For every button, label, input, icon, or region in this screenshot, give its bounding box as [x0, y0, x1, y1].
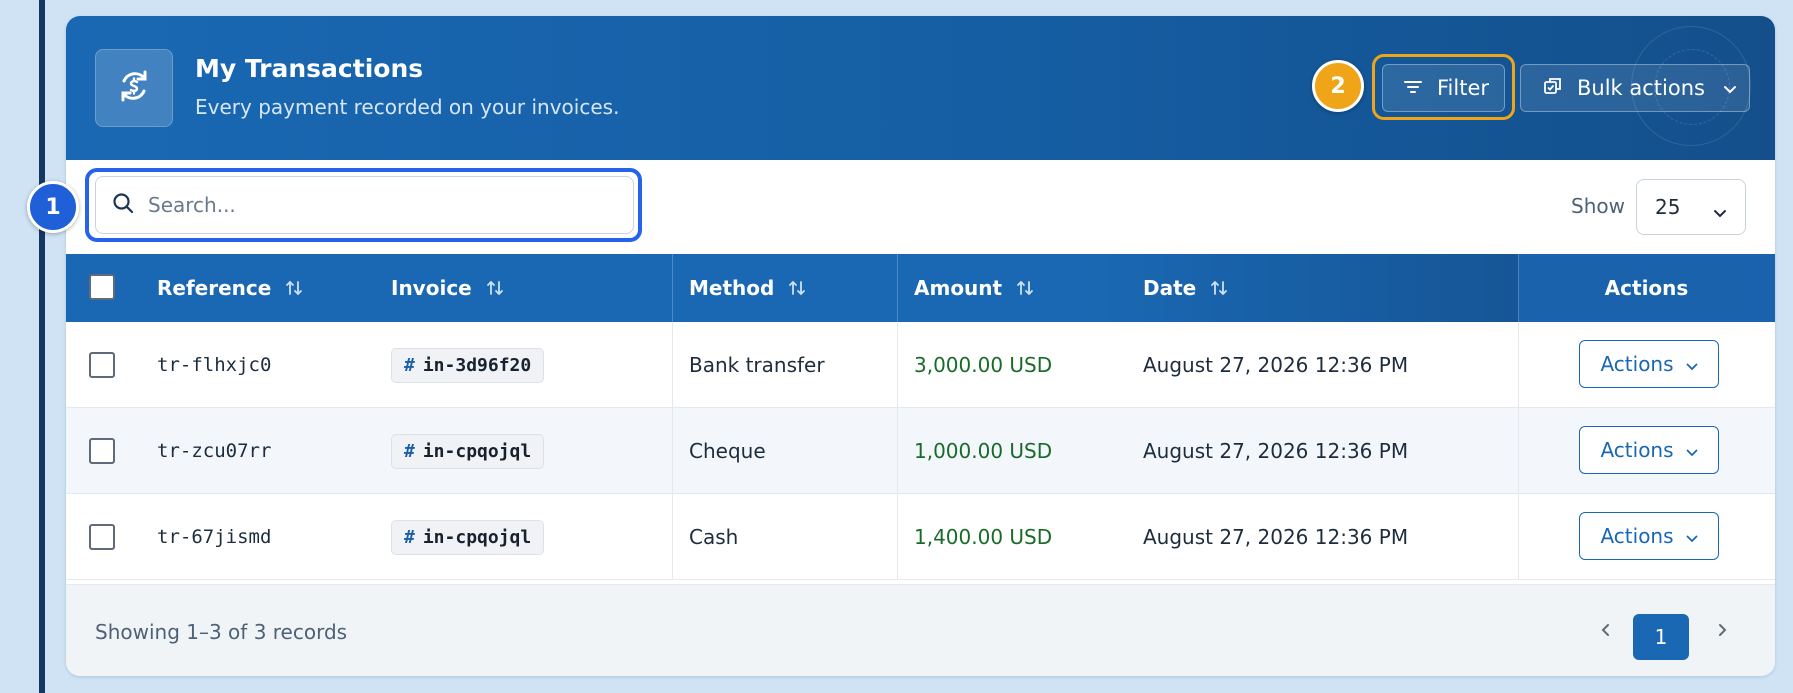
table-row: tr-67jismd # in-cpqojql Cash 1,400.00 USD…	[66, 494, 1775, 580]
filter-icon	[1403, 76, 1423, 100]
table-row: tr-flhxjc0 # in-3d96f20 Bank transfer 3,0…	[66, 322, 1775, 408]
row-checkbox[interactable]	[89, 524, 115, 550]
column-actions-label: Actions	[1604, 276, 1689, 300]
reference-cell: tr-zcu07rr	[157, 440, 272, 462]
search-input[interactable]	[148, 193, 608, 217]
chevron-down-icon	[1686, 524, 1698, 548]
column-amount[interactable]: Amount	[914, 254, 1034, 322]
header-icon-box	[95, 49, 173, 127]
amount-cell: 1,000.00 USD	[914, 439, 1053, 463]
reference-cell: tr-flhxjc0	[157, 354, 272, 376]
search-icon	[112, 192, 134, 218]
filter-button[interactable]: Filter	[1382, 64, 1505, 112]
sort-icon	[486, 279, 504, 297]
sort-icon	[285, 279, 303, 297]
page-size-value: 25	[1655, 195, 1681, 219]
column-method[interactable]: Method	[689, 254, 806, 322]
method-cell: Bank transfer	[689, 353, 825, 377]
amount-cell: 3,000.00 USD	[914, 353, 1053, 377]
column-divider	[1518, 322, 1519, 408]
column-divider	[1518, 494, 1519, 580]
invoice-id: in-3d96f20	[422, 354, 532, 376]
table-header: Reference Invoice Method Amount Date Act…	[66, 254, 1775, 322]
column-divider	[672, 494, 673, 580]
row-actions-label: Actions	[1600, 524, 1674, 548]
column-divider	[897, 254, 898, 322]
hash-icon: #	[404, 354, 415, 376]
invoice-badge[interactable]: # in-3d96f20	[391, 347, 545, 383]
column-divider	[672, 322, 673, 408]
chevron-left-icon[interactable]	[1598, 621, 1612, 643]
column-date[interactable]: Date	[1143, 254, 1228, 322]
invoice-cell: # in-cpqojql	[391, 408, 545, 494]
column-invoice-label: Invoice	[391, 276, 472, 300]
sort-icon	[1016, 279, 1034, 297]
column-method-label: Method	[689, 276, 775, 300]
method-cell: Cash	[689, 525, 739, 549]
chevron-down-icon	[1713, 200, 1727, 224]
hash-icon: #	[404, 440, 415, 462]
column-divider	[1518, 408, 1519, 494]
sort-icon	[788, 279, 806, 297]
bulk-actions-button[interactable]: Bulk actions	[1520, 64, 1750, 112]
amount-cell: 1,400.00 USD	[914, 525, 1053, 549]
page-size-select[interactable]: 25	[1636, 179, 1746, 235]
date-cell: August 27, 2026 12:36 PM	[1143, 525, 1409, 549]
column-reference[interactable]: Reference	[157, 254, 303, 322]
search-field[interactable]	[95, 176, 634, 234]
hash-icon: #	[404, 526, 415, 548]
date-cell: August 27, 2026 12:36 PM	[1143, 439, 1409, 463]
row-actions-button[interactable]: Actions	[1579, 512, 1719, 560]
page-title: My Transactions	[195, 54, 424, 83]
chevron-down-icon	[1686, 352, 1698, 376]
column-divider	[897, 322, 898, 408]
column-divider	[672, 254, 673, 322]
invoice-cell: # in-3d96f20	[391, 322, 545, 408]
chevron-right-icon[interactable]	[1716, 621, 1730, 643]
column-divider	[672, 408, 673, 494]
row-checkbox[interactable]	[89, 438, 115, 464]
records-summary: Showing 1–3 of 3 records	[95, 620, 348, 644]
row-checkbox[interactable]	[89, 352, 115, 378]
column-actions: Actions	[1518, 254, 1775, 322]
row-actions-button[interactable]: Actions	[1579, 426, 1719, 474]
column-amount-label: Amount	[914, 276, 1003, 300]
invoice-badge[interactable]: # in-cpqojql	[391, 433, 545, 469]
method-cell: Cheque	[689, 439, 766, 463]
callout-badge-1: 1	[27, 181, 79, 233]
page-subtitle: Every payment recorded on your invoices.	[195, 95, 620, 119]
copy-icon	[1543, 76, 1563, 101]
filter-button-label: Filter	[1437, 76, 1490, 100]
reference-cell: tr-67jismd	[157, 526, 272, 548]
column-divider	[897, 408, 898, 494]
column-reference-label: Reference	[157, 276, 272, 300]
page-button-current[interactable]: 1	[1633, 614, 1689, 660]
callout-badge-2: 2	[1312, 60, 1364, 112]
transactions-card: My Transactions Every payment recorded o…	[66, 16, 1775, 676]
invoice-cell: # in-cpqojql	[391, 494, 545, 580]
select-all-checkbox[interactable]	[89, 274, 115, 300]
table-footer: Showing 1–3 of 3 records 1	[66, 584, 1775, 676]
column-divider	[897, 494, 898, 580]
column-invoice[interactable]: Invoice	[391, 254, 504, 322]
chevron-down-icon	[1686, 438, 1698, 462]
row-actions-button[interactable]: Actions	[1579, 340, 1719, 388]
row-actions-label: Actions	[1600, 352, 1674, 376]
chevron-down-icon	[1723, 76, 1737, 100]
table-row: tr-zcu07rr # in-cpqojql Cheque 1,000.00 U…	[66, 408, 1775, 494]
show-label: Show	[1571, 194, 1625, 218]
bulk-actions-label: Bulk actions	[1577, 76, 1705, 100]
row-actions-label: Actions	[1600, 438, 1674, 462]
column-date-label: Date	[1143, 276, 1197, 300]
left-rail	[39, 0, 45, 693]
invoice-badge[interactable]: # in-cpqojql	[391, 519, 545, 555]
sort-icon	[1210, 279, 1228, 297]
invoice-id: in-cpqojql	[422, 440, 532, 462]
currency-exchange-icon	[116, 68, 152, 108]
card-header: My Transactions Every payment recorded o…	[66, 16, 1775, 160]
invoice-id: in-cpqojql	[422, 526, 532, 548]
date-cell: August 27, 2026 12:36 PM	[1143, 353, 1409, 377]
